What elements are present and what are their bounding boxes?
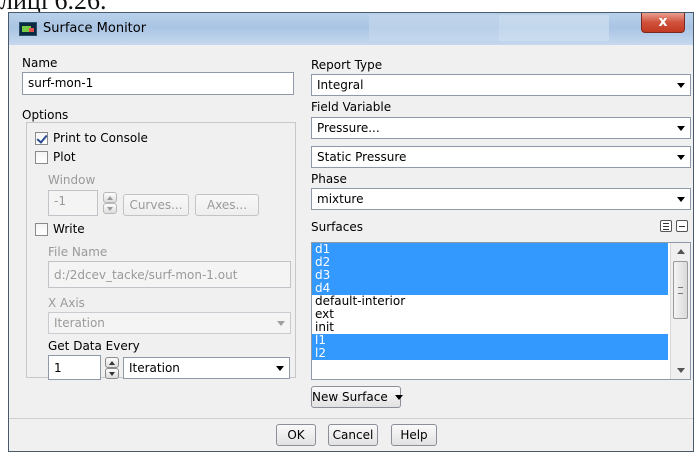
write-checkbox[interactable]: Write bbox=[35, 222, 85, 236]
chevron-down-icon bbox=[677, 126, 685, 131]
phase-label: Phase bbox=[311, 172, 347, 186]
new-surface-label: New Surface bbox=[312, 390, 388, 404]
scroll-down-icon[interactable] bbox=[677, 368, 685, 373]
checkbox-checked-icon bbox=[35, 131, 48, 145]
spin-up-button[interactable] bbox=[103, 192, 117, 203]
window-title: Surface Monitor bbox=[43, 21, 147, 36]
title-bar[interactable]: Surface Monitor x bbox=[9, 13, 693, 45]
spin-down-button[interactable] bbox=[105, 368, 119, 379]
get-data-every-label: Get Data Every bbox=[48, 339, 140, 353]
list-item[interactable]: d1 bbox=[312, 243, 668, 256]
window-spinner[interactable] bbox=[103, 192, 117, 214]
close-button[interactable]: x bbox=[641, 13, 685, 33]
surfaces-scrollbar[interactable] bbox=[670, 243, 690, 379]
phase-value: mixture bbox=[317, 192, 364, 206]
write-label: Write bbox=[53, 222, 85, 236]
arrow-up-icon bbox=[107, 196, 113, 200]
arrow-up-icon bbox=[109, 361, 115, 365]
chevron-down-icon bbox=[276, 366, 284, 371]
chevron-down-icon bbox=[677, 83, 685, 88]
list-item[interactable]: l1 bbox=[312, 334, 668, 347]
plot-checkbox[interactable]: Plot bbox=[35, 150, 76, 164]
list-item[interactable]: default-interior bbox=[312, 295, 668, 308]
report-type-dropdown[interactable]: Integral bbox=[311, 74, 691, 96]
list-item[interactable]: ext bbox=[312, 308, 668, 321]
chevron-down-icon bbox=[277, 321, 285, 326]
print-to-console-label: Print to Console bbox=[53, 131, 148, 145]
arrow-down-icon bbox=[107, 207, 113, 211]
get-data-every-input[interactable]: 1 bbox=[48, 355, 101, 380]
list-item[interactable]: d3 bbox=[312, 269, 668, 282]
surfaces-label: Surfaces bbox=[311, 220, 363, 234]
report-type-label: Report Type bbox=[311, 58, 383, 72]
deselect-all-icon[interactable] bbox=[676, 220, 688, 232]
surfaces-list[interactable]: d1 d2 d3 d4 default-interior ext init l1… bbox=[311, 242, 691, 380]
new-surface-button[interactable]: New Surface bbox=[311, 386, 403, 408]
options-label: Options bbox=[22, 108, 69, 122]
close-icon: x bbox=[658, 14, 668, 30]
file-name-input[interactable]: d:/2dcev_tacke/surf-mon-1.out bbox=[48, 261, 291, 288]
phase-dropdown[interactable]: mixture bbox=[311, 188, 691, 210]
x-axis-dropdown[interactable]: Iteration bbox=[48, 312, 291, 334]
axes-button[interactable]: Axes... bbox=[195, 194, 259, 216]
plot-label: Plot bbox=[53, 150, 76, 164]
x-axis-value: Iteration bbox=[54, 316, 105, 330]
cancel-button[interactable]: Cancel bbox=[328, 424, 378, 446]
x-axis-label: X Axis bbox=[48, 296, 85, 310]
titlebar-background-blur bbox=[499, 15, 609, 41]
select-all-icon[interactable] bbox=[660, 220, 672, 232]
help-button[interactable]: Help bbox=[391, 424, 437, 446]
app-icon bbox=[19, 22, 37, 36]
chevron-down-icon bbox=[677, 155, 685, 160]
scroll-thumb[interactable] bbox=[673, 261, 688, 319]
name-input[interactable]: surf-mon-1 bbox=[22, 72, 294, 95]
get-data-every-spinner[interactable] bbox=[105, 357, 119, 379]
file-name-label: File Name bbox=[48, 245, 108, 259]
list-item[interactable]: d2 bbox=[312, 256, 668, 269]
titlebar-background-blur bbox=[369, 15, 499, 41]
field-variable-dropdown[interactable]: Pressure... bbox=[311, 117, 691, 139]
field-variable-label: Field Variable bbox=[311, 100, 392, 114]
scroll-up-icon[interactable] bbox=[677, 249, 685, 254]
caret-down-icon bbox=[394, 395, 403, 400]
ok-button[interactable]: OK bbox=[276, 424, 316, 446]
field-variable-value: Pressure... bbox=[317, 121, 380, 135]
footer-divider bbox=[9, 418, 693, 419]
field-variable-sub-dropdown[interactable]: Static Pressure bbox=[311, 146, 691, 168]
print-to-console-checkbox[interactable]: Print to Console bbox=[35, 131, 148, 145]
window-number-input[interactable]: -1 bbox=[48, 190, 98, 216]
checkbox-unchecked-icon bbox=[35, 150, 48, 164]
report-type-value: Integral bbox=[317, 78, 364, 92]
arrow-down-icon bbox=[109, 372, 115, 376]
surface-monitor-dialog: Surface Monitor x Name surf-mon-1 Option… bbox=[8, 12, 694, 452]
field-variable-sub-value: Static Pressure bbox=[317, 150, 407, 164]
curves-button[interactable]: Curves... bbox=[123, 194, 189, 216]
name-label: Name bbox=[22, 56, 58, 70]
spin-up-button[interactable] bbox=[105, 357, 119, 368]
checkbox-unchecked-icon bbox=[35, 222, 48, 236]
spin-down-button[interactable] bbox=[103, 203, 117, 214]
list-item[interactable]: l2 bbox=[312, 347, 668, 360]
window-label: Window bbox=[48, 173, 96, 187]
list-item[interactable]: init bbox=[312, 321, 668, 334]
chevron-down-icon bbox=[677, 197, 685, 202]
get-data-every-unit-value: Iteration bbox=[129, 361, 180, 375]
get-data-every-unit-dropdown[interactable]: Iteration bbox=[123, 357, 290, 379]
